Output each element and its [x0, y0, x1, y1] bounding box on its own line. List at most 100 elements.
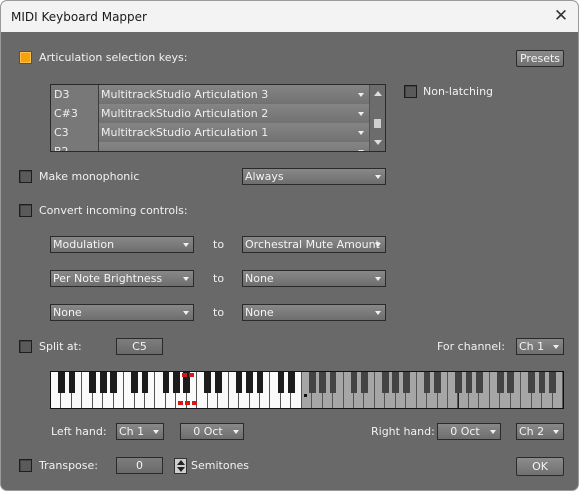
black-key[interactable]	[131, 372, 138, 393]
black-key[interactable]	[287, 372, 295, 393]
articulation-dropdown[interactable]: MultitrackStudio Articulation 1	[99, 123, 369, 142]
transpose-checkbox[interactable]	[19, 459, 32, 472]
split-checkbox[interactable]	[19, 340, 32, 353]
black-key[interactable]	[329, 372, 337, 393]
convert-to-dropdown-2[interactable]: None	[242, 270, 386, 287]
split-channel-dropdown[interactable]: Ch 1	[516, 338, 564, 355]
black-key[interactable]	[89, 372, 97, 393]
black-key[interactable]	[110, 372, 118, 393]
note-cell[interactable]: C#3	[51, 104, 99, 123]
convert-from-dropdown-3[interactable]: None	[50, 304, 194, 321]
convert-controls-label: Convert incoming controls:	[39, 204, 188, 217]
black-key[interactable]	[141, 372, 149, 393]
articulation-key-marker	[182, 373, 187, 377]
articulation-key-marker	[192, 401, 197, 405]
transpose-value-field[interactable]: 0	[116, 457, 163, 474]
spin-up-icon[interactable]	[177, 460, 185, 465]
black-key[interactable]	[465, 372, 473, 393]
black-key[interactable]	[538, 372, 546, 393]
non-latching-checkbox[interactable]	[404, 85, 417, 98]
note-cell[interactable]: D3	[51, 85, 99, 104]
black-key[interactable]	[528, 372, 535, 393]
table-row[interactable]: C3 MultitrackStudio Articulation 1	[51, 123, 369, 142]
articulation-table: D3 MultitrackStudio Articulation 3 C#3 M…	[50, 84, 386, 152]
black-key[interactable]	[423, 372, 431, 393]
black-key[interactable]	[392, 372, 400, 393]
right-hand-octave-dropdown[interactable]: 0 Oct	[437, 423, 501, 440]
convert-from-dropdown-1[interactable]: Modulation	[50, 236, 194, 253]
articulation-dropdown[interactable]: MultitrackStudio Articulation 2	[99, 104, 369, 123]
table-row[interactable]: D3 MultitrackStudio Articulation 3	[51, 85, 369, 104]
chevron-down-icon	[553, 430, 559, 434]
black-key[interactable]	[434, 372, 441, 393]
black-key[interactable]	[68, 372, 76, 393]
table-scrollbar[interactable]	[369, 85, 385, 151]
monophonic-mode-value: Always	[245, 170, 284, 183]
for-channel-label: For channel:	[437, 340, 505, 353]
black-key[interactable]	[455, 372, 462, 393]
split-point-marker	[303, 394, 307, 397]
scroll-down-icon[interactable]	[374, 140, 382, 145]
black-key[interactable]	[204, 372, 212, 393]
articulation-dropdown[interactable]	[99, 142, 369, 151]
monophonic-mode-dropdown[interactable]: Always	[242, 168, 386, 185]
chevron-down-icon	[358, 93, 364, 97]
chevron-down-icon	[553, 345, 559, 349]
black-key[interactable]	[256, 372, 264, 393]
black-key[interactable]	[507, 372, 515, 393]
spin-down-icon[interactable]	[177, 467, 185, 472]
articulation-value: MultitrackStudio Articulation 2	[101, 107, 269, 120]
black-key[interactable]	[246, 372, 253, 393]
black-key[interactable]	[496, 372, 504, 393]
convert-to-dropdown-1[interactable]: Orchestral Mute Amount	[242, 236, 386, 253]
close-icon[interactable]: ✕	[548, 4, 574, 28]
split-note-field[interactable]: C5	[116, 338, 163, 355]
black-key[interactable]	[214, 372, 222, 393]
scroll-thumb[interactable]	[374, 119, 381, 128]
table-row[interactable]: B2	[51, 142, 369, 151]
transpose-spinner[interactable]	[174, 458, 187, 474]
articulation-checkbox[interactable]	[19, 51, 32, 64]
chevron-down-icon	[490, 430, 496, 434]
black-key[interactable]	[277, 372, 285, 393]
piano-keyboard[interactable]	[50, 371, 564, 409]
table-row[interactable]: C#3 MultitrackStudio Articulation 2	[51, 104, 369, 123]
ok-button[interactable]: OK	[516, 457, 564, 476]
articulation-value: MultitrackStudio Articulation 3	[101, 88, 269, 101]
semitones-label: Semitones	[191, 459, 250, 472]
right-hand-octave-value: 0 Oct	[450, 425, 480, 438]
left-hand-channel-dropdown[interactable]: Ch 1	[116, 423, 164, 440]
split-label: Split at:	[39, 340, 82, 353]
note-cell[interactable]: C3	[51, 123, 99, 142]
convert-from-dropdown-2[interactable]: Per Note Brightness	[50, 270, 194, 287]
convert-controls-checkbox[interactable]	[19, 204, 32, 217]
black-key[interactable]	[476, 372, 483, 393]
black-key[interactable]	[319, 372, 326, 393]
black-key[interactable]	[402, 372, 410, 393]
black-key[interactable]	[235, 372, 243, 393]
black-key[interactable]	[58, 372, 65, 393]
right-hand-channel-dropdown[interactable]: Ch 2	[516, 423, 564, 440]
black-key[interactable]	[549, 372, 556, 393]
articulation-dropdown[interactable]: MultitrackStudio Articulation 3	[99, 85, 369, 104]
chevron-down-icon	[375, 311, 381, 315]
left-hand-octave-value: 0 Oct	[193, 425, 223, 438]
black-key[interactable]	[382, 372, 389, 393]
monophonic-label: Make monophonic	[39, 170, 140, 183]
right-hand-label: Right hand:	[371, 425, 435, 438]
black-key[interactable]	[162, 372, 170, 393]
midi-keyboard-mapper-dialog: MIDI Keyboard Mapper ✕ Articulation sele…	[0, 0, 579, 491]
presets-button[interactable]: Presets	[516, 50, 564, 67]
black-key[interactable]	[361, 372, 368, 393]
black-key[interactable]	[308, 372, 316, 393]
black-key[interactable]	[350, 372, 358, 393]
monophonic-checkbox[interactable]	[19, 170, 32, 183]
left-hand-octave-dropdown[interactable]: 0 Oct	[180, 423, 244, 440]
black-key[interactable]	[173, 372, 180, 393]
convert-to-dropdown-3[interactable]: None	[242, 304, 386, 321]
black-key[interactable]	[99, 372, 107, 393]
scroll-up-icon[interactable]	[374, 91, 382, 96]
chevron-down-icon	[183, 277, 189, 281]
note-cell[interactable]: B2	[51, 142, 99, 151]
chevron-down-icon	[358, 112, 364, 116]
